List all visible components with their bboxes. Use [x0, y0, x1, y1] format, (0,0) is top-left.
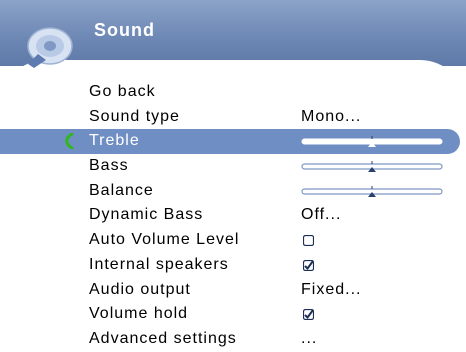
menu-item-label: Sound type: [89, 107, 180, 125]
volume-hold-checkbox[interactable]: [303, 309, 314, 321]
menu-item-audio-output[interactable]: Audio output Fixed...: [0, 278, 466, 303]
menu-item-label: Audio output: [89, 280, 191, 298]
menu-item-label: Go back: [89, 83, 156, 100]
menu-item-sound-type[interactable]: Sound type Mono...: [0, 105, 466, 130]
menu-item-label: Volume hold: [89, 305, 189, 323]
settings-menu: Go back Sound type Mono... Treble Bass B…: [0, 80, 466, 352]
selection-cursor-icon: [65, 133, 74, 150]
sound-type-value[interactable]: Mono...: [301, 105, 361, 130]
audio-output-value[interactable]: Fixed...: [301, 278, 361, 303]
menu-item-auto-volume-level[interactable]: Auto Volume Level: [0, 228, 466, 253]
page-title: Sound: [94, 20, 155, 40]
menu-item-label: Internal speakers: [89, 255, 229, 273]
menu-item-label: Dynamic Bass: [89, 206, 204, 224]
menu-item-label: Bass: [89, 157, 129, 175]
speaker-icon: [27, 27, 73, 68]
advanced-settings-value[interactable]: ...: [301, 327, 317, 352]
menu-item-bass[interactable]: Bass: [0, 154, 466, 179]
treble-slider[interactable]: [301, 136, 443, 148]
auto-volume-checkbox[interactable]: [303, 235, 314, 247]
balance-slider[interactable]: [301, 185, 443, 197]
menu-item-advanced-settings[interactable]: Advanced settings ...: [0, 327, 466, 352]
menu-item-label: Auto Volume Level: [89, 231, 240, 249]
menu-item-treble[interactable]: Treble: [0, 129, 460, 155]
menu-item-balance[interactable]: Balance: [0, 179, 466, 204]
menu-item-label: Treble: [89, 132, 140, 150]
menu-item-dynamic-bass[interactable]: Dynamic Bass Off...: [0, 203, 466, 228]
menu-item-volume-hold[interactable]: Volume hold: [0, 302, 466, 327]
internal-speakers-checkbox[interactable]: [303, 259, 314, 271]
dynamic-bass-value[interactable]: Off...: [301, 203, 341, 228]
menu-item-label: Balance: [89, 181, 154, 199]
menu-item-label: Advanced settings: [89, 329, 237, 347]
bass-slider[interactable]: [301, 161, 443, 173]
menu-item-go-back[interactable]: Go back: [0, 80, 466, 105]
menu-item-internal-speakers[interactable]: Internal speakers: [0, 253, 466, 278]
